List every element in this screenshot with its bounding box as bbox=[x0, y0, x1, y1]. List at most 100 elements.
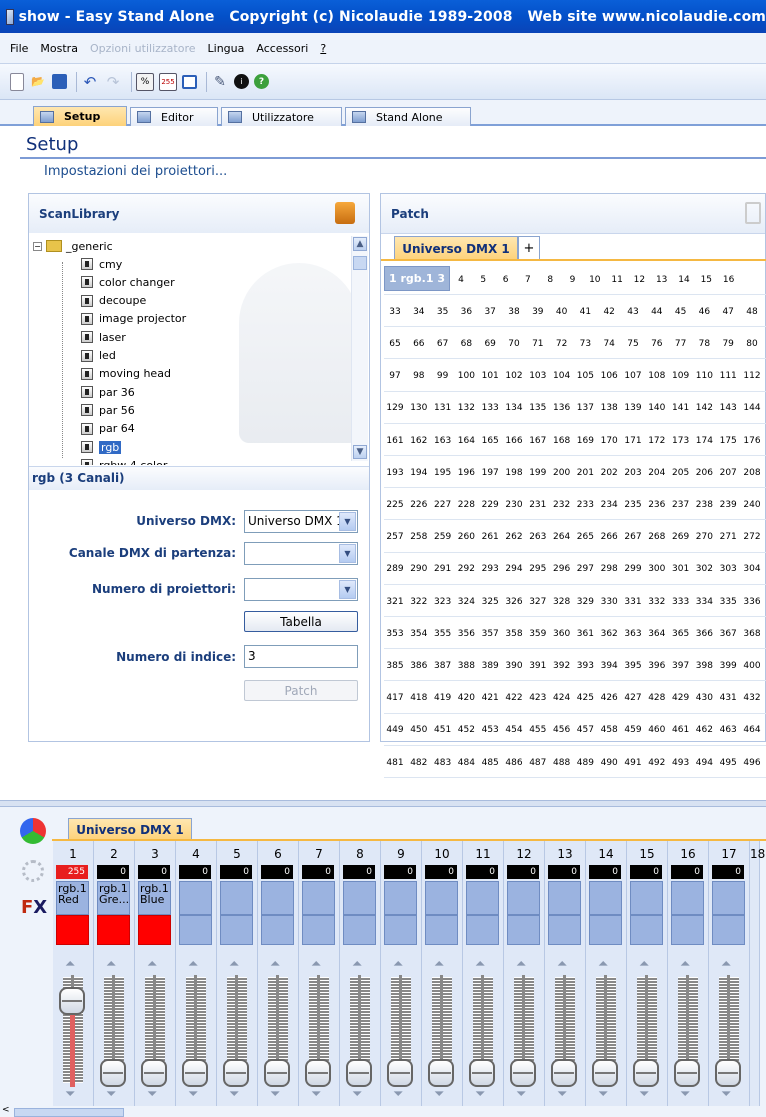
dmx-channel-cell[interactable]: 197 bbox=[479, 459, 501, 486]
dmx-channel-cell[interactable]: 453 bbox=[479, 717, 501, 744]
percent-icon[interactable]: % bbox=[136, 72, 154, 91]
channel-value[interactable]: 0 bbox=[97, 865, 129, 879]
info-icon[interactable]: i bbox=[234, 74, 249, 89]
dmx-channel-cell[interactable]: 258 bbox=[408, 524, 430, 551]
fader-knob[interactable] bbox=[551, 1059, 577, 1087]
dmx-channel-cell[interactable]: 324 bbox=[455, 588, 477, 615]
dmx-channel-cell[interactable]: 201 bbox=[574, 459, 596, 486]
dmx-channel-cell[interactable]: 257 bbox=[384, 524, 406, 551]
dmx-channel-cell[interactable]: 333 bbox=[670, 588, 692, 615]
dmx-channel-cell[interactable]: 170 bbox=[598, 427, 620, 454]
dmx-channel-cell[interactable]: 295 bbox=[527, 556, 549, 583]
chevron-up-icon[interactable]: ⏶ bbox=[475, 957, 485, 972]
dmx-channel-cell[interactable]: 354 bbox=[408, 620, 430, 647]
tree-item[interactable]: moving head bbox=[81, 365, 171, 383]
chevron-down-icon[interactable]: ⏷ bbox=[434, 1087, 444, 1102]
chevron-down-icon[interactable]: ⏷ bbox=[352, 1087, 362, 1102]
dmx-channel-cell[interactable]: 299 bbox=[622, 556, 644, 583]
dmx-channel-cell[interactable]: 457 bbox=[574, 717, 596, 744]
add-universe-button[interactable]: + bbox=[518, 236, 540, 260]
dmx-channel-cell[interactable]: 236 bbox=[646, 491, 668, 518]
tree-item[interactable]: rgb bbox=[81, 438, 122, 456]
dmx-channel-cell[interactable]: 452 bbox=[455, 717, 477, 744]
dmx-channel-cell[interactable]: 169 bbox=[574, 427, 596, 454]
dmx-channel-cell[interactable]: 391 bbox=[527, 652, 549, 679]
dmx-channel-cell[interactable]: 327 bbox=[527, 588, 549, 615]
chevron-up-icon[interactable]: ⏶ bbox=[311, 957, 321, 972]
dmx-channel-cell[interactable]: 266 bbox=[598, 524, 620, 551]
fader-knob[interactable] bbox=[428, 1059, 454, 1087]
chevron-up-icon[interactable]: ⏶ bbox=[352, 957, 362, 972]
chevron-up-icon[interactable]: ⏶ bbox=[434, 957, 444, 972]
dmx-channel-cell[interactable]: 296 bbox=[551, 556, 573, 583]
chevron-up-icon[interactable]: ⏶ bbox=[393, 957, 403, 972]
dmx-channel-cell[interactable]: 399 bbox=[717, 652, 739, 679]
dmx-channel-cell[interactable]: 102 bbox=[503, 363, 525, 390]
dmx-channel-cell[interactable]: 139 bbox=[622, 395, 644, 422]
universe-select[interactable]: Universo DMX 1 ▼ bbox=[244, 510, 358, 533]
dmx-channel-cell[interactable]: 75 bbox=[622, 330, 644, 357]
tree-item[interactable]: cmy bbox=[81, 255, 122, 273]
dmx-channel-cell[interactable]: 45 bbox=[670, 298, 692, 325]
dmx-channel-cell[interactable]: 259 bbox=[432, 524, 454, 551]
dmx-channel-cell[interactable]: 38 bbox=[503, 298, 525, 325]
fader-knob[interactable] bbox=[346, 1059, 372, 1087]
dmx-channel-cell[interactable]: 366 bbox=[693, 620, 715, 647]
new-file-icon[interactable] bbox=[10, 72, 24, 91]
fader-knob[interactable] bbox=[674, 1059, 700, 1087]
dmx-channel-cell[interactable]: 229 bbox=[479, 491, 501, 518]
dmx-channel-cell[interactable]: 136 bbox=[551, 395, 573, 422]
dmx-channel-cell[interactable]: 454 bbox=[503, 717, 525, 744]
channel-value[interactable]: 0 bbox=[384, 865, 416, 879]
dmx-channel-cell[interactable]: 353 bbox=[384, 620, 406, 647]
scroll-up-button[interactable]: ▲ bbox=[353, 237, 367, 251]
dmx-channel-cell[interactable]: 484 bbox=[455, 749, 477, 776]
dmx-channel-cell[interactable]: 204 bbox=[646, 459, 668, 486]
dmx-channel-cell[interactable]: 46 bbox=[693, 298, 715, 325]
dmx-channel-cell[interactable]: 464 bbox=[741, 717, 763, 744]
fader-knob[interactable] bbox=[510, 1059, 536, 1087]
dmx-channel-cell[interactable]: 36 bbox=[455, 298, 477, 325]
dmx-channel-cell[interactable]: 390 bbox=[503, 652, 525, 679]
redo-icon[interactable]: ↷ bbox=[104, 73, 122, 91]
panel-splitter[interactable] bbox=[0, 800, 766, 807]
dmx-channel-cell[interactable]: 8 bbox=[539, 266, 561, 293]
dmx-channel-cell[interactable]: 488 bbox=[551, 749, 573, 776]
dmx-channel-cell[interactable]: 39 bbox=[527, 298, 549, 325]
chevron-down-icon[interactable]: ⏷ bbox=[598, 1087, 608, 1102]
dmx-channel-cell[interactable]: 44 bbox=[646, 298, 668, 325]
dmx-channel-cell[interactable]: 330 bbox=[598, 588, 620, 615]
dmx-channel-cell[interactable]: 207 bbox=[717, 459, 739, 486]
dmx-channel-cell[interactable]: 66 bbox=[408, 330, 430, 357]
dmx-channel-cell[interactable]: 76 bbox=[646, 330, 668, 357]
dmx-channel-cell[interactable]: 336 bbox=[741, 588, 763, 615]
dmx-channel-cell[interactable]: 367 bbox=[717, 620, 739, 647]
dmx-channel-cell[interactable]: 230 bbox=[503, 491, 525, 518]
collapse-icon[interactable]: − bbox=[33, 241, 42, 251]
dmx-channel-cell[interactable]: 196 bbox=[455, 459, 477, 486]
dmx-channel-cell[interactable]: 34 bbox=[408, 298, 430, 325]
dmx-channel-cell[interactable]: 134 bbox=[503, 395, 525, 422]
channel-value[interactable]: 0 bbox=[671, 865, 703, 879]
dmx-channel-cell[interactable]: 264 bbox=[551, 524, 573, 551]
dmx-channel-cell[interactable]: 193 bbox=[384, 459, 406, 486]
dmx-channel-cell[interactable]: 334 bbox=[693, 588, 715, 615]
tab-setup[interactable]: Setup bbox=[33, 106, 127, 126]
dmx-channel-cell[interactable]: 174 bbox=[693, 427, 715, 454]
dmx-channel-cell[interactable]: 198 bbox=[503, 459, 525, 486]
dmx-channel-cell[interactable]: 293 bbox=[479, 556, 501, 583]
dmx-channel-cell[interactable]: 203 bbox=[622, 459, 644, 486]
dmx-channel-cell[interactable]: 290 bbox=[408, 556, 430, 583]
dmx-channel-cell[interactable]: 267 bbox=[622, 524, 644, 551]
scroll-down-button[interactable]: ▼ bbox=[353, 445, 367, 459]
scroll-thumb[interactable] bbox=[353, 256, 367, 270]
menu-file[interactable]: File bbox=[10, 42, 28, 55]
dmx-channel-cell[interactable]: 232 bbox=[551, 491, 573, 518]
dmx-channel-cell[interactable]: 461 bbox=[670, 717, 692, 744]
effects-wheel-icon[interactable] bbox=[22, 860, 44, 882]
dmx-channel-cell[interactable]: 100 bbox=[455, 363, 477, 390]
dmx-channel-cell[interactable]: 417 bbox=[384, 685, 406, 712]
dmx-channel-cell[interactable]: 485 bbox=[479, 749, 501, 776]
dmx-channel-cell[interactable]: 130 bbox=[408, 395, 430, 422]
channel-value[interactable]: 0 bbox=[179, 865, 211, 879]
